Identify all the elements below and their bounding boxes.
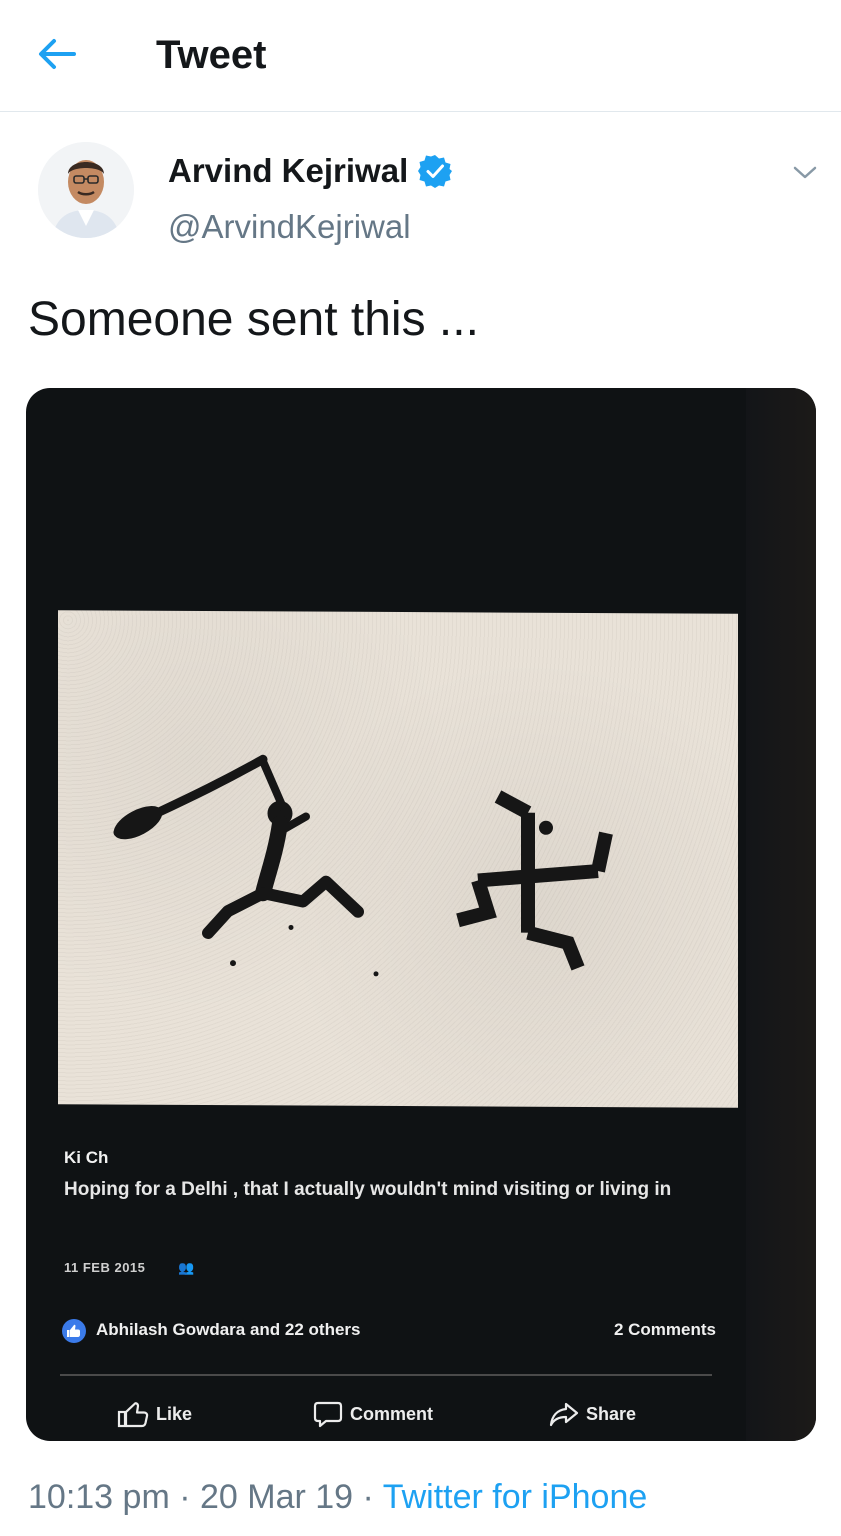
post-like-button: Like [116, 1396, 192, 1432]
tweet-text: Someone sent this ... [28, 293, 479, 346]
more-options-button[interactable] [790, 160, 820, 184]
chevron-down-icon [793, 166, 817, 179]
arrow-left-icon [39, 39, 76, 69]
author-name[interactable]: Arvind Kejriwal [168, 152, 408, 190]
post-text: Hoping for a Delhi , that I actually wou… [64, 1179, 672, 1200]
post-like-label: Like [156, 1403, 193, 1424]
avatar[interactable] [38, 142, 134, 238]
post-reactions-row: Abhilash Gowdara and 22 others 2 Comment… [62, 1318, 716, 1344]
tweet-source-link[interactable]: Twitter for iPhone [383, 1478, 648, 1516]
friends-icon: 👥 [178, 1260, 195, 1275]
tweet-author: Arvind Kejriwal @ArvindKejriwal [0, 112, 841, 262]
post-author: Ki Ch [64, 1148, 109, 1167]
post-comment-label: Comment [350, 1403, 434, 1424]
graffiti-drawing [113, 754, 613, 977]
like-reaction-icon [62, 1319, 86, 1343]
meta-separator: · [362, 1478, 374, 1516]
tweet-time: 10:13 pm [28, 1478, 170, 1516]
tweet-media-image[interactable]: Ki Ch Hoping for a Delhi , that I actual… [26, 388, 816, 1441]
verified-badge-icon [418, 155, 453, 188]
post-comment-button: Comment [312, 1396, 433, 1432]
post-likers: Abhilash Gowdara and 22 others [96, 1320, 361, 1339]
post-share-label: Share [586, 1403, 637, 1424]
wall-photo [58, 610, 738, 1108]
author-name-row: Arvind Kejriwal [168, 152, 453, 190]
post-date: 11 FEB 2015 [64, 1260, 146, 1275]
post-actions: Like Comment Share [116, 1396, 676, 1432]
share-arrow-icon [549, 1402, 579, 1427]
comment-bubble-icon [313, 1401, 343, 1428]
back-button[interactable] [30, 30, 86, 78]
meta-separator: · [179, 1478, 191, 1516]
tweet-meta: 10:13 pm · 20 Mar 19 · Twitter for iPhon… [28, 1478, 647, 1517]
post-divider [60, 1374, 712, 1376]
image-dark-edge [746, 388, 816, 1441]
author-handle[interactable]: @ArvindKejriwal [168, 208, 411, 246]
post-comments-count: 2 Comments [613, 1320, 716, 1339]
page-title: Tweet [156, 33, 267, 77]
top-bar: Tweet [0, 0, 841, 112]
tweet-date: 20 Mar 19 [200, 1478, 354, 1516]
post-share-button: Share [548, 1396, 636, 1432]
thumbs-up-icon [117, 1402, 149, 1428]
